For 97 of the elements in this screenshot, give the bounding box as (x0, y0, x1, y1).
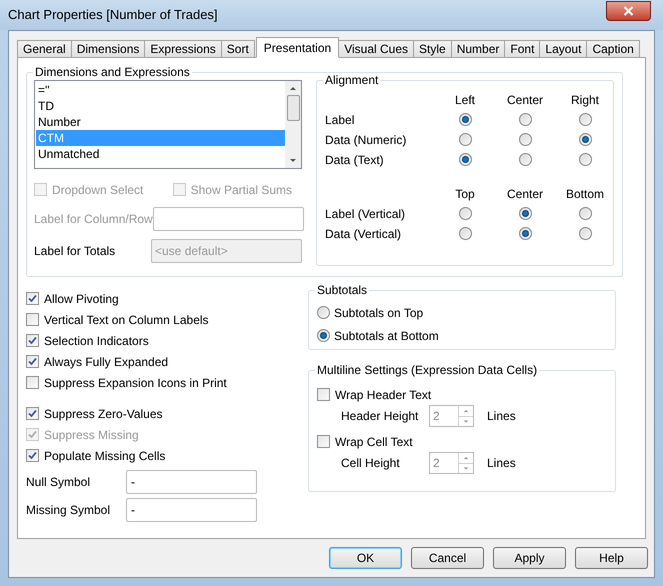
radio-button[interactable] (518, 227, 532, 240)
checkbox[interactable] (26, 407, 39, 420)
column-heading: Center (506, 186, 544, 202)
checkmark-icon (28, 451, 37, 460)
checkmark-icon (28, 336, 37, 345)
tab[interactable]: Sort (220, 40, 255, 58)
text-field[interactable]: - (126, 498, 257, 522)
text-field[interactable]: <use default> (151, 239, 302, 263)
radio-label: Subtotals at Bottom (334, 328, 439, 344)
checkbox-label: Dropdown Select (52, 182, 144, 198)
radio-button[interactable] (458, 207, 472, 220)
checkbox-label: Allow Pivoting (44, 290, 119, 308)
tab[interactable]: Visual Cues (338, 40, 414, 58)
checkbox-label: Suppress Zero-Values (44, 406, 162, 422)
checkbox-label: Show Partial Sums (190, 182, 292, 198)
tab[interactable]: Number (450, 40, 506, 58)
checkbox-label: Selection Indicators (44, 332, 149, 350)
field-label: Missing Symbol (26, 502, 112, 519)
checkbox[interactable] (26, 376, 39, 389)
radio-button[interactable] (578, 227, 592, 240)
tab[interactable]: Layout (539, 40, 588, 58)
radio-button[interactable] (458, 153, 472, 166)
group-title: Subtotals (315, 283, 370, 297)
checkbox[interactable] (26, 355, 39, 368)
dialog-button[interactable]: Cancel (411, 547, 484, 569)
radio-button[interactable] (578, 113, 592, 126)
checkbox[interactable] (26, 449, 39, 462)
column-heading: Center (506, 92, 544, 108)
tab[interactable]: General (17, 40, 72, 58)
radio-button[interactable] (578, 153, 592, 166)
tab[interactable]: Caption (586, 40, 640, 58)
radio-button[interactable] (578, 133, 592, 146)
column-heading: Bottom (564, 186, 605, 202)
checkbox-label: Vertical Text on Column Labels (44, 312, 209, 328)
checkbox-label: Populate Missing Cells (44, 448, 166, 464)
column-heading: Left (454, 92, 476, 108)
field-label: Header Height (340, 408, 420, 425)
dialog-button[interactable]: OK (329, 547, 402, 569)
radio-button[interactable] (458, 133, 472, 146)
list-item[interactable]: TD (36, 98, 285, 114)
radio-button[interactable] (458, 227, 472, 240)
field-label: Label for Column/Row (34, 211, 153, 228)
close-button[interactable] (606, 1, 651, 21)
unit-label: Lines (487, 455, 516, 472)
radio-button[interactable] (458, 113, 472, 126)
scroll-thumb[interactable] (286, 95, 300, 121)
radio-button[interactable] (518, 113, 532, 126)
radio-button[interactable] (518, 153, 532, 166)
checkmark-icon (28, 409, 37, 418)
group-title: Dimensions and Expressions (33, 65, 192, 79)
checkmark-icon (28, 430, 37, 439)
checkbox-label: Always Fully Expanded (44, 354, 168, 370)
checkmark-icon (28, 294, 37, 303)
checkbox[interactable] (317, 388, 330, 401)
close-icon (623, 6, 634, 16)
group-title: Multiline Settings (Expression Data Cells) (315, 363, 540, 377)
tab[interactable]: Dimensions (70, 40, 146, 58)
field-label: Cell Height (340, 455, 401, 472)
tab[interactable]: Font (504, 40, 540, 58)
window-title: Chart Properties [Number of Trades] (8, 6, 218, 24)
checkbox[interactable] (26, 292, 39, 305)
row-label: Data (Vertical) (325, 226, 402, 242)
dialog-button[interactable]: Apply (493, 547, 566, 569)
field-label: Null Symbol (26, 474, 92, 491)
checkmark-icon (28, 357, 37, 366)
tab[interactable]: Presentation (256, 37, 340, 58)
text-field[interactable] (152, 207, 304, 231)
radio-button[interactable] (317, 306, 330, 319)
radio-button[interactable] (317, 329, 330, 342)
checkbox-label: Wrap Header Text (335, 386, 432, 404)
field-label: Label for Totals (34, 243, 116, 260)
checkbox[interactable] (26, 334, 39, 347)
unit-label: Lines (487, 408, 516, 425)
checkbox-label: Suppress Expansion Icons in Print (44, 374, 227, 392)
tab[interactable]: Style (413, 40, 452, 58)
list-item[interactable]: Unmatched (36, 146, 285, 162)
radio-button[interactable] (518, 133, 532, 146)
list-item[interactable]: Number (36, 114, 285, 130)
radio-button[interactable] (518, 207, 532, 220)
column-heading: Top (454, 186, 476, 202)
scrollbar[interactable] (285, 81, 301, 168)
tab[interactable]: Expressions (144, 40, 222, 58)
checkbox[interactable] (317, 435, 330, 448)
dialog-button[interactable]: Help (575, 547, 648, 569)
text-field[interactable]: - (126, 470, 257, 494)
checkbox[interactable] (26, 313, 39, 326)
row-label: Data (Text) (325, 152, 385, 168)
row-label: Label (Vertical) (325, 206, 406, 222)
row-label: Data (Numeric) (325, 132, 408, 148)
group-title: Alignment (323, 73, 380, 87)
row-label: Label (325, 112, 356, 128)
list-item[interactable]: ='' (36, 82, 285, 98)
radio-button[interactable] (578, 207, 592, 220)
checkbox-label: Suppress Missing (44, 426, 139, 444)
checkbox-label: Wrap Cell Text (335, 434, 413, 450)
column-heading: Right (570, 92, 600, 108)
radio-label: Subtotals on Top (334, 304, 424, 322)
